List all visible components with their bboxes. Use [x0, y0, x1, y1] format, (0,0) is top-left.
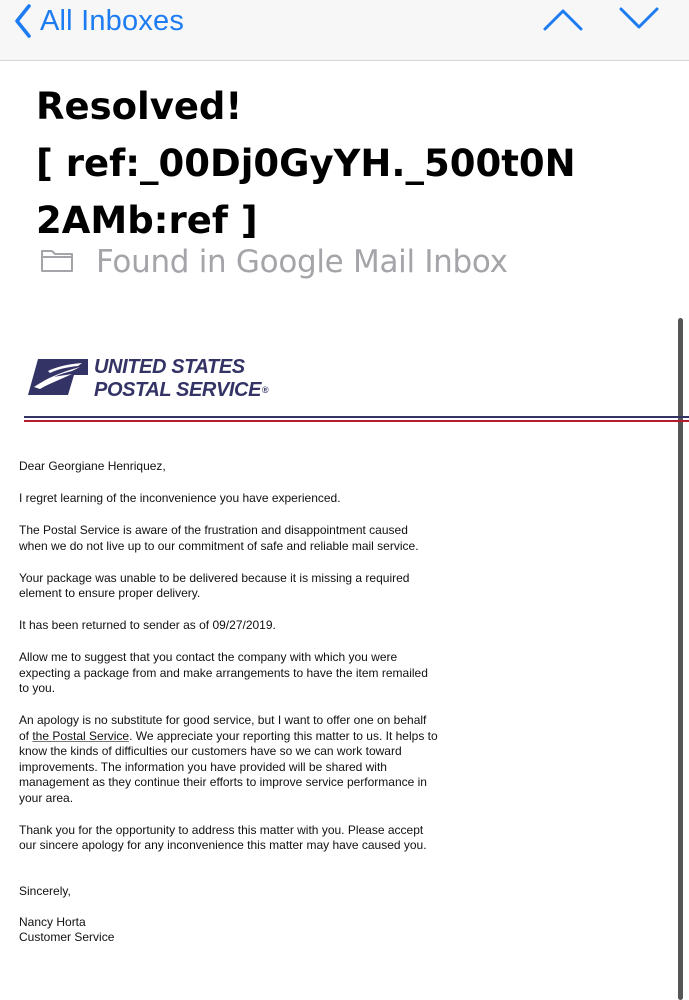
usps-wordmark-line2: POSTAL SERVICE [94, 379, 262, 401]
navigation-bar: All Inboxes [0, 0, 689, 61]
letter-paragraph: The Postal Service is aware of the frust… [19, 523, 419, 553]
back-to-inboxes-button[interactable]: All Inboxes [14, 0, 184, 42]
signer-name: Nancy Horta [19, 914, 86, 929]
usps-wordmark-line1: UNITED STATES [94, 356, 245, 378]
letter-paragraph: An apology is no substitute for good ser… [19, 713, 439, 806]
eagle-logo-icon [28, 357, 88, 402]
usps-wordmark: UNITED STATES POSTAL SERVICE® [94, 356, 269, 402]
registered-mark: ® [262, 385, 269, 396]
signer-title: Customer Service [19, 930, 115, 944]
subject-line: 2AMb:ref ] [36, 199, 258, 242]
folder-label: Found in Google Mail Inbox [96, 244, 508, 280]
letter-body: Dear Georgiane Henriquez, I regret learn… [19, 459, 439, 946]
email-subject: Resolved! [ ref:_00Dj0GyYH._500t0N 2AMb:… [36, 78, 676, 249]
greeting: Dear Georgiane Henriquez, [19, 459, 166, 473]
closing: Sincerely, [19, 883, 71, 898]
letter-paragraph: Allow me to suggest that you contact the… [19, 650, 428, 695]
mailbox-location[interactable]: Found in Google Mail Inbox [40, 242, 508, 282]
subject-line: Resolved! [36, 85, 243, 128]
folder-icon [40, 247, 74, 278]
chevron-down-icon [618, 7, 660, 38]
chevron-up-icon [542, 9, 584, 38]
postal-service-link[interactable]: the Postal Service [32, 729, 129, 743]
header-rule-red [24, 420, 689, 422]
letter-paragraph: Thank you for the opportunity to address… [19, 822, 427, 853]
back-label: All Inboxes [40, 4, 185, 37]
letter-paragraph: It has been returned to sender as of 09/… [19, 618, 276, 632]
letter-paragraph: I regret learning of the inconvenience y… [19, 491, 341, 505]
previous-message-button[interactable] [542, 4, 584, 39]
next-message-button[interactable] [618, 4, 660, 39]
subject-line: [ ref:_00Dj0GyYH._500t0N [36, 142, 576, 185]
header-rule-navy [24, 416, 689, 418]
usps-logo: UNITED STATES POSTAL SERVICE® [28, 356, 269, 402]
chevron-left-icon [14, 4, 32, 38]
letter-paragraph: Your package was unable to be delivered … [19, 570, 410, 601]
